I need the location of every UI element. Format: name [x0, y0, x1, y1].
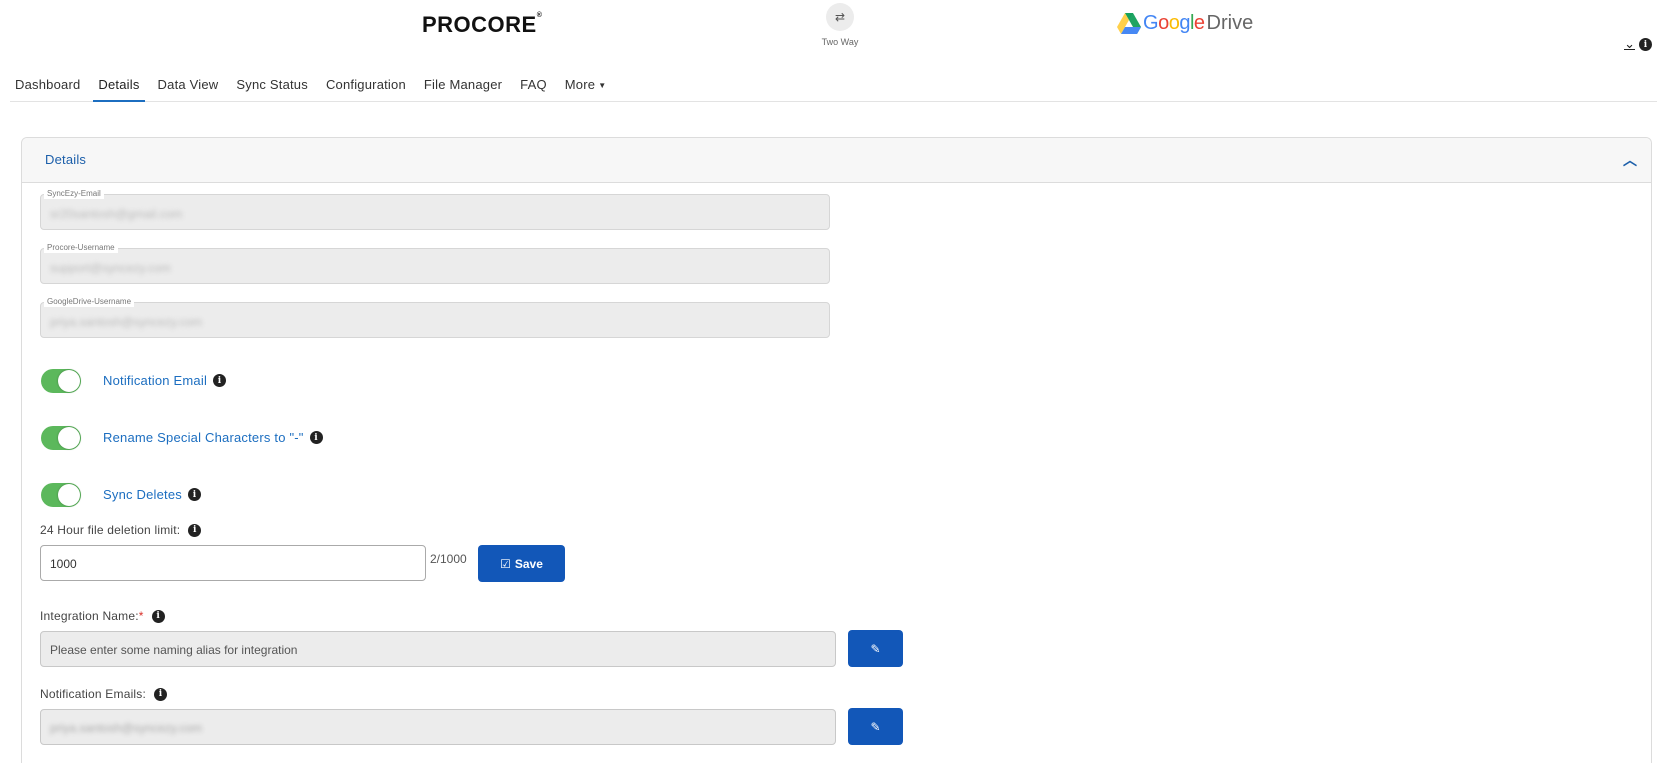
two-way-arrows-icon[interactable]: ⇄ [826, 3, 854, 31]
edit-integration-name-button[interactable]: ✎ [848, 630, 903, 667]
notification-email-row: Notification Email i [103, 373, 227, 388]
deletion-count: 2/1000 [430, 552, 467, 566]
procore-logo: PROCORE® [422, 12, 543, 37]
notification-emails-input[interactable]: priya.santosh@syncezy.com [40, 709, 836, 745]
pencil-icon: ✎ [870, 719, 881, 734]
notification-emails-value: priya.santosh@syncezy.com [50, 721, 203, 735]
tab-faq[interactable]: FAQ [515, 74, 552, 102]
integration-name-row: Integration Name:* i [40, 609, 165, 623]
info-icon[interactable]: i [1639, 38, 1652, 51]
integration-name-label: Integration Name: [40, 609, 139, 623]
info-icon[interactable]: i [309, 431, 323, 444]
notification-emails-row: Notification Emails: i [40, 687, 168, 701]
drive-wordmark: Drive [1206, 12, 1254, 34]
notification-email-label: Notification Email [103, 373, 208, 388]
check-square-icon: ☑ [500, 556, 511, 571]
google-drive-icon [1117, 13, 1141, 34]
main-tabs: Dashboard Details Data View Sync Status … [10, 74, 1657, 102]
google-drive-logo: Google Drive [1117, 12, 1253, 35]
rename-special-label: Rename Special Characters to "-" [103, 430, 304, 445]
deletion-limit-input[interactable]: 1000 [40, 545, 426, 581]
edit-notification-emails-button[interactable]: ✎ [848, 708, 903, 745]
toggle-knob [58, 484, 80, 506]
gdrive-username-label: GoogleDrive-Username [44, 297, 135, 307]
pencil-icon: ✎ [870, 641, 881, 656]
tab-details[interactable]: Details [93, 74, 145, 102]
procore-username-field: Procore-Username support@syncezy.com [40, 243, 830, 284]
gdrive-username-value: priya.santosh@syncezy.com [50, 315, 203, 329]
required-mark: * [138, 609, 144, 623]
details-panel: Details ︿ [21, 137, 1652, 763]
tab-dashboard[interactable]: Dashboard [10, 74, 85, 102]
save-button[interactable]: ☑ Save [478, 545, 565, 582]
integration-name-placeholder: Please enter some naming alias for integ… [50, 643, 298, 657]
syncezy-email-label: SyncEzy-Email [44, 189, 104, 199]
sync-mode-label: Two Way [821, 37, 859, 47]
deletion-limit-label: 24 Hour file deletion limit: [40, 523, 181, 537]
info-icon[interactable]: i [188, 488, 201, 501]
google-wordmark: Google [1143, 12, 1205, 34]
top-right-actions: ⌄ i [1624, 37, 1652, 51]
notification-emails-label: Notification Emails: [40, 687, 147, 701]
procore-username-value: support@syncezy.com [50, 261, 171, 275]
sync-deletes-label: Sync Deletes [103, 487, 182, 502]
syncezy-email-value: sr20santosh@gmail.com [50, 207, 183, 221]
info-icon[interactable]: i [188, 523, 202, 537]
notification-email-toggle[interactable] [41, 369, 81, 393]
panel-title: Details [45, 152, 87, 167]
info-icon[interactable]: i [154, 687, 168, 701]
sync-deletes-toggle[interactable] [41, 483, 81, 507]
tab-more[interactable]: More ▼ [560, 74, 612, 102]
tab-configuration[interactable]: Configuration [321, 74, 411, 102]
details-panel-header[interactable]: Details ︿ [22, 138, 1651, 183]
info-icon[interactable]: i [151, 609, 165, 623]
procore-username-label: Procore-Username [44, 243, 118, 253]
deletion-limit-row: 24 Hour file deletion limit: i [40, 523, 202, 537]
syncezy-email-field: SyncEzy-Email sr20santosh@gmail.com [40, 189, 830, 230]
info-icon[interactable]: i [213, 374, 227, 387]
collapse-icon[interactable]: ⌄ [1624, 37, 1635, 50]
caret-down-icon: ▼ [598, 81, 607, 91]
rename-special-toggle[interactable] [41, 426, 81, 450]
rename-special-row: Rename Special Characters to "-" i [103, 430, 323, 445]
sync-deletes-row: Sync Deletes i [103, 487, 201, 502]
tab-file-manager[interactable]: File Manager [419, 74, 507, 102]
tab-sync-status[interactable]: Sync Status [231, 74, 313, 102]
save-label: Save [514, 556, 543, 571]
integration-name-input[interactable]: Please enter some naming alias for integ… [40, 631, 836, 667]
gdrive-username-field: GoogleDrive-Username priya.santosh@synce… [40, 297, 830, 338]
toggle-knob [58, 370, 80, 392]
deletion-limit-value: 1000 [50, 557, 77, 571]
chevron-up-icon[interactable]: ︿ [1623, 150, 1637, 170]
tab-data-view[interactable]: Data View [153, 74, 224, 102]
sync-mode-indicator[interactable]: ⇄ Two Way [820, 3, 860, 47]
toggle-knob [58, 427, 80, 449]
